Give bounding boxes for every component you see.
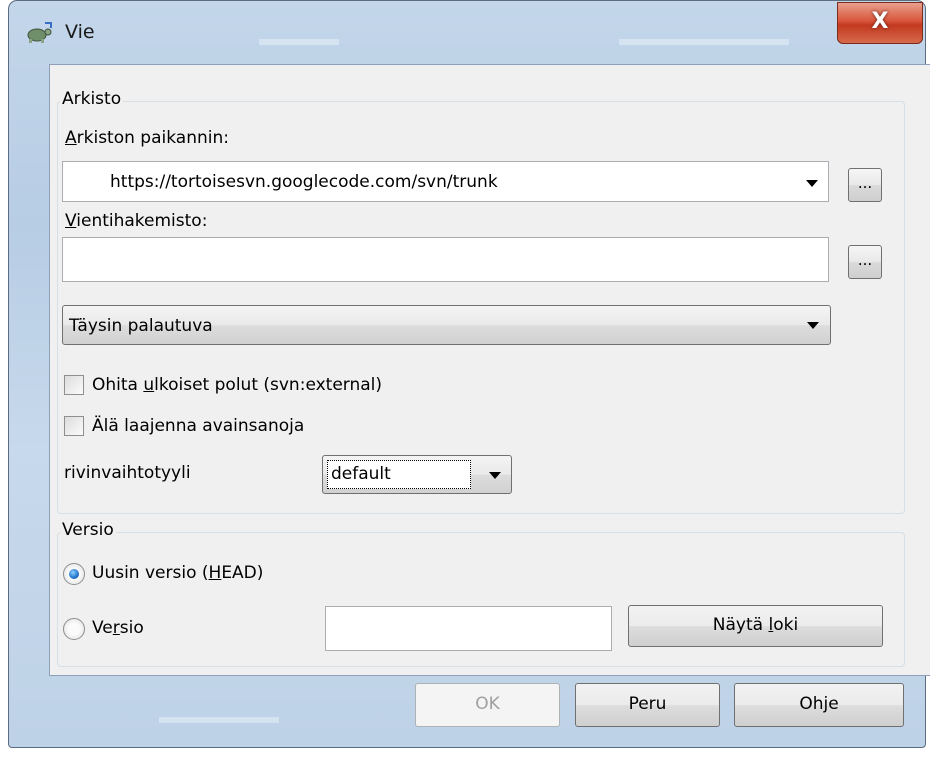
repository-url-label: Arkiston paikannin: (65, 128, 229, 148)
no-keywords-checkbox[interactable] (64, 416, 84, 436)
chevron-down-icon (807, 322, 819, 329)
show-log-button[interactable]: Näytä loki (628, 605, 883, 647)
browse-directory-button[interactable]: ... (848, 245, 882, 279)
revision-number-input[interactable] (325, 606, 612, 651)
specific-revision-label: Versio (92, 618, 144, 638)
glass-reflection (159, 717, 279, 723)
radio-selected-dot (69, 569, 79, 579)
specific-revision-radio[interactable] (63, 618, 85, 640)
head-revision-radio[interactable] (63, 563, 85, 585)
revision-group-title: Versio (60, 520, 116, 540)
cancel-button[interactable]: Peru (575, 683, 720, 727)
depth-value: Täysin palautuva (69, 316, 213, 336)
no-keywords-label: Älä laajenna avainsanoja (92, 416, 305, 436)
repository-group-title: Arkisto (60, 89, 124, 109)
export-directory-input[interactable] (62, 237, 829, 282)
window-title: Vie (65, 21, 95, 43)
eol-style-label: rivinvaihtotyyli (64, 463, 191, 483)
eol-style-value: default (331, 464, 391, 484)
export-directory-label: Vientihakemisto: (65, 211, 208, 231)
browse-repository-button[interactable]: ... (848, 168, 882, 202)
omit-externals-checkbox[interactable] (64, 375, 84, 395)
glass-reflection (259, 39, 339, 45)
chevron-down-icon[interactable] (806, 180, 818, 187)
omit-externals-label: Ohita ulkoiset polut (svn:external) (92, 375, 383, 395)
depth-dropdown[interactable]: Täysin palautuva (62, 305, 831, 345)
repository-url-combo[interactable]: https://tortoisesvn.googlecode.com/svn/t… (62, 161, 829, 202)
eol-style-dropdown[interactable]: default (322, 455, 512, 494)
ok-button[interactable]: OK (415, 683, 560, 727)
repository-url-value: https://tortoisesvn.googlecode.com/svn/t… (110, 172, 498, 192)
close-icon: X (871, 9, 889, 34)
close-button[interactable]: X (837, 2, 923, 44)
app-turtle-icon (24, 20, 54, 46)
help-button[interactable]: Ohje (734, 683, 904, 727)
head-revision-label: Uusin versio (HEAD) (92, 563, 264, 583)
chevron-down-icon (489, 472, 501, 479)
glass-reflection (619, 39, 789, 45)
